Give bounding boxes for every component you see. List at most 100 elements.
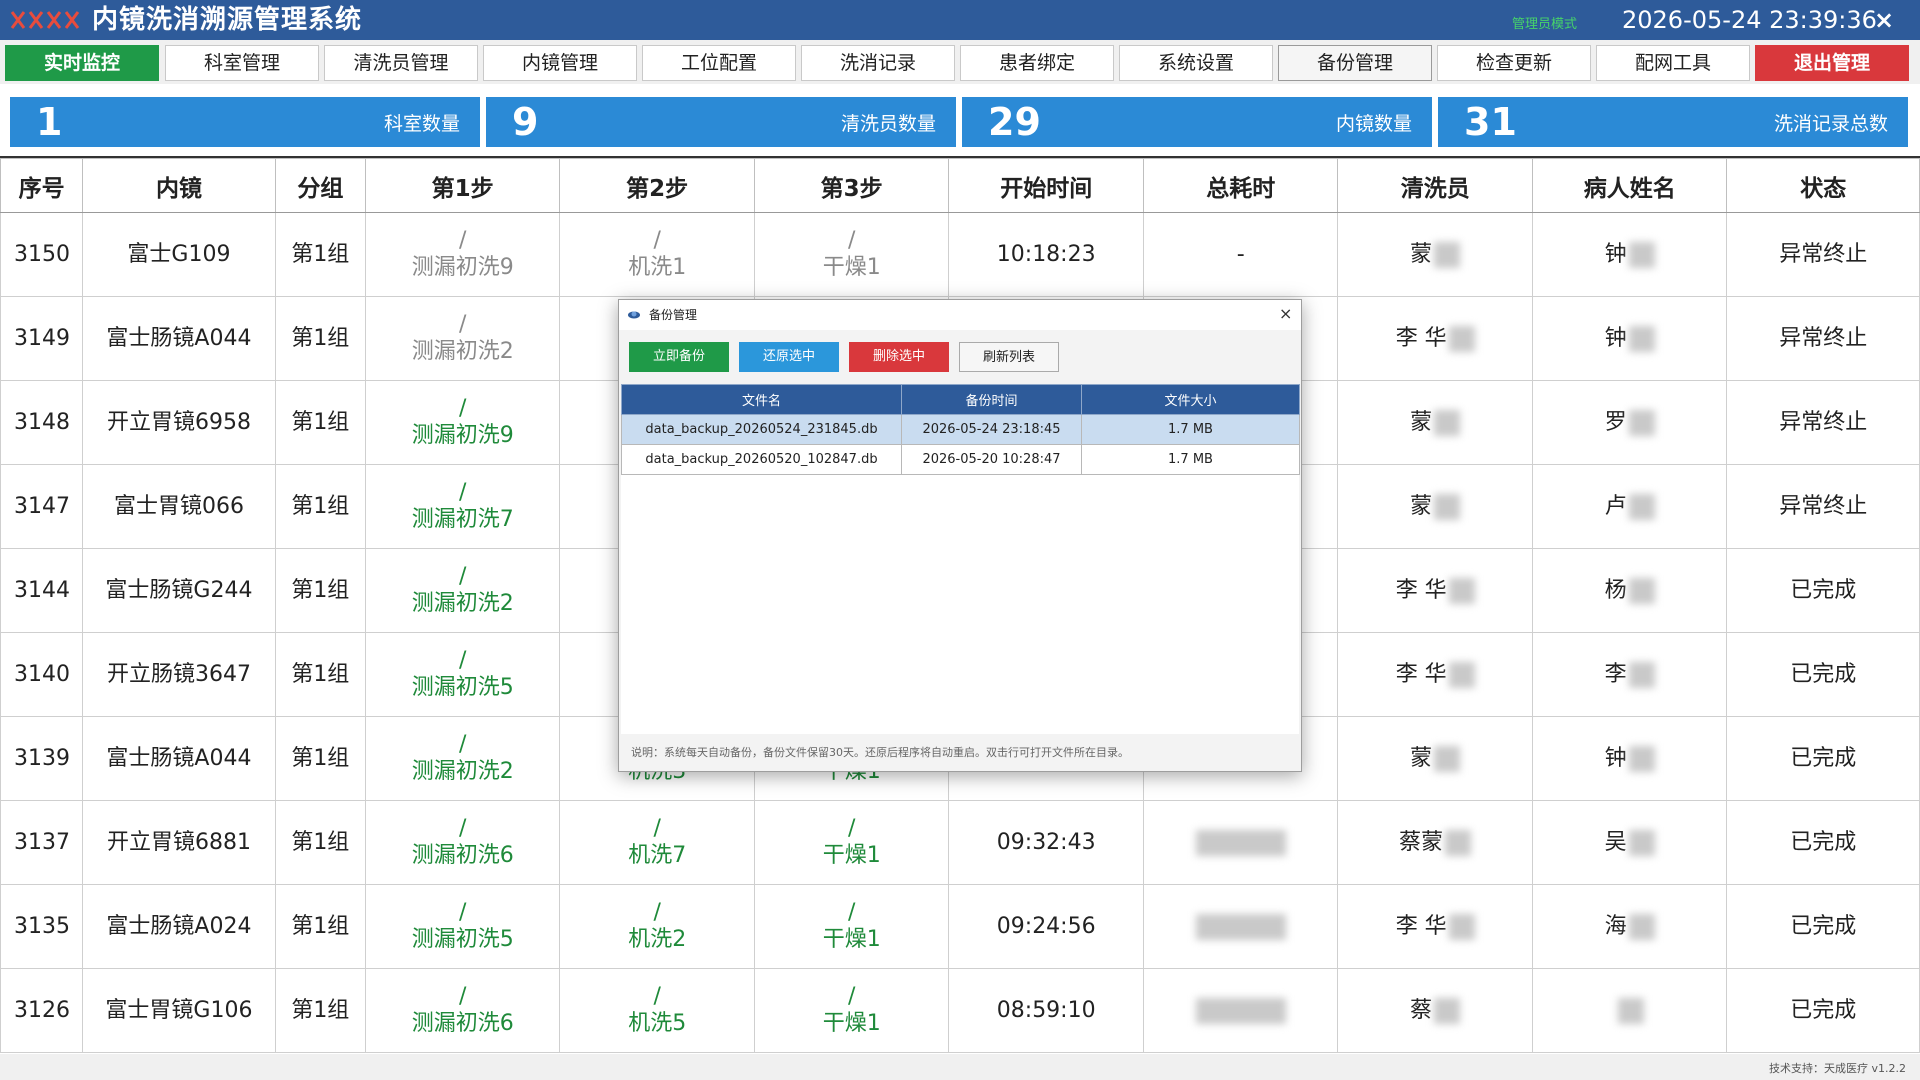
table-row[interactable]: 3135 富士肠镜A024 第1组 / 测漏初洗5/机洗2/干燥1 09:24:56 李 华…: [0, 884, 1920, 969]
nav-button-3[interactable]: 内镜管理: [483, 45, 637, 81]
column-header[interactable]: 开始时间: [948, 158, 1144, 213]
group-name: 第1组: [274, 632, 366, 717]
group-name: 第1组: [274, 716, 366, 801]
restore-selected-button[interactable]: 还原选中: [739, 342, 839, 372]
column-header[interactable]: 总耗时: [1142, 158, 1339, 213]
stat-value: 9: [512, 100, 539, 144]
nav-button-2[interactable]: 清洗员管理: [324, 45, 478, 81]
washer-name: 李 华: [1337, 632, 1533, 717]
dialog-close-button[interactable]: ×: [1279, 305, 1292, 323]
stat-tile: 31 洗消记录总数: [1438, 97, 1908, 147]
total-duration: [1142, 800, 1339, 885]
step-cell: / 机洗5: [559, 968, 755, 1053]
endoscope-name: 开立肠镜3647: [82, 632, 276, 717]
step-cell: / 机洗1: [559, 212, 755, 297]
group-name: 第1组: [274, 212, 366, 297]
redacted-block: [1434, 997, 1461, 1024]
record-id: 3140: [0, 632, 84, 717]
step-cell: / 测漏初洗5: [364, 884, 561, 969]
column-header[interactable]: 分组: [274, 158, 366, 213]
redacted-block: [1448, 577, 1475, 604]
group-name: 第1组: [274, 380, 366, 465]
step-divider: /: [458, 983, 467, 1009]
redacted-block: [1434, 241, 1461, 268]
dialog-title: 备份管理: [649, 308, 698, 322]
partial-name: 钟: [1604, 325, 1627, 351]
backup-column-header[interactable]: 备份时间: [901, 384, 1082, 415]
nav-button-11[interactable]: 退出管理: [1755, 45, 1909, 81]
step-cell: / 机洗7: [559, 800, 755, 885]
backup-file-name: data_backup_20260524_231845.db: [621, 414, 902, 445]
step-cell: /干燥1: [753, 884, 950, 969]
record-id: 3147: [0, 464, 84, 549]
nav-button-5[interactable]: 洗消记录: [801, 45, 955, 81]
partial-name: 李 华: [1395, 577, 1447, 603]
column-header[interactable]: 病人姓名: [1531, 158, 1728, 213]
step-label: 干燥1: [822, 926, 881, 952]
backup-now-button[interactable]: 立即备份: [629, 342, 729, 372]
step-label: 测漏初洗5: [411, 926, 514, 952]
partial-name: 杨: [1604, 577, 1627, 603]
backup-size: 1.7 MB: [1081, 414, 1300, 445]
backup-row[interactable]: data_backup_20260524_231845.db 2026-05-24…: [621, 414, 1300, 445]
status-text: 已完成: [1726, 548, 1920, 633]
nav-button-8[interactable]: 备份管理: [1278, 45, 1432, 81]
step-cell: / 测漏初洗5: [364, 632, 561, 717]
record-id: 3126: [0, 968, 84, 1053]
column-header[interactable]: 状态: [1726, 158, 1920, 213]
column-header[interactable]: 内镜: [82, 158, 276, 213]
step-cell: / 测漏初洗2: [364, 716, 561, 801]
status-text: 已完成: [1726, 968, 1920, 1053]
patient-name: 李: [1531, 632, 1728, 717]
redacted-block: [1617, 997, 1644, 1024]
redacted-block: [1448, 913, 1475, 940]
delete-selected-button[interactable]: 删除选中: [849, 342, 949, 372]
nav-button-9[interactable]: 检查更新: [1437, 45, 1591, 81]
redacted-block: [1195, 913, 1286, 940]
redacted-block: [1628, 745, 1655, 772]
column-header[interactable]: 清洗员: [1337, 158, 1533, 213]
column-header[interactable]: 序号: [0, 158, 84, 213]
app-icon: [628, 311, 640, 319]
nav-button-4[interactable]: 工位配置: [642, 45, 796, 81]
table-row[interactable]: 3137 开立胃镜6881 第1组 / 测漏初洗6/机洗7/干燥1 09:32:43 蔡蒙吴…: [0, 800, 1920, 885]
backup-row[interactable]: data_backup_20260520_102847.db 2026-05-20…: [621, 444, 1300, 475]
partial-name: 蒙: [1410, 409, 1433, 435]
support-text: 技术支持：天成医疗 v1.2.2: [1769, 1062, 1906, 1075]
patient-name: 卢: [1531, 464, 1728, 549]
patient-name: [1531, 968, 1728, 1053]
patient-name: 杨: [1531, 548, 1728, 633]
record-id: 3149: [0, 296, 84, 381]
redacted-block: [1628, 241, 1655, 268]
stat-label: 科室数量: [383, 113, 460, 135]
redacted-block: [1628, 577, 1655, 604]
washer-name: 蒙: [1337, 380, 1533, 465]
refresh-list-button[interactable]: 刷新列表: [959, 342, 1059, 372]
nav-button-7[interactable]: 系统设置: [1119, 45, 1273, 81]
step-divider: /: [458, 311, 467, 337]
partial-name: 蔡蒙: [1399, 829, 1444, 855]
table-row[interactable]: 3126 富士胃镜G106 第1组 / 测漏初洗6/机洗5/干燥1 08:59:10 蔡已完…: [0, 968, 1920, 1053]
backup-column-header[interactable]: 文件名: [621, 384, 902, 415]
redacted-block: [1195, 997, 1286, 1024]
nav-button-6[interactable]: 患者绑定: [960, 45, 1114, 81]
table-row[interactable]: 3150 富士G109 第1组 / 测漏初洗9/机洗1/干燥1 10:18:23- 蒙钟异常…: [0, 212, 1920, 297]
endoscope-name: 富士G109: [82, 212, 276, 297]
partial-name: 蔡: [1410, 997, 1433, 1023]
step-divider: /: [653, 227, 661, 253]
column-header[interactable]: 第3步: [753, 158, 950, 213]
backup-column-header[interactable]: 文件大小: [1081, 384, 1300, 415]
partial-name: 李 华: [1395, 325, 1447, 351]
column-header[interactable]: 第1步: [364, 158, 561, 213]
step-divider: /: [458, 479, 467, 505]
nav-button-0[interactable]: 实时监控: [5, 45, 159, 81]
window-close-button[interactable]: ×: [1874, 8, 1894, 32]
nav-button-10[interactable]: 配网工具: [1596, 45, 1750, 81]
step-divider: /: [653, 899, 661, 925]
stat-value: 1: [36, 100, 63, 144]
stat-label: 内镜数量: [1335, 113, 1412, 135]
record-id: 3148: [0, 380, 84, 465]
column-header[interactable]: 第2步: [559, 158, 755, 213]
nav-button-1[interactable]: 科室管理: [165, 45, 319, 81]
partial-name: 卢: [1604, 493, 1627, 519]
